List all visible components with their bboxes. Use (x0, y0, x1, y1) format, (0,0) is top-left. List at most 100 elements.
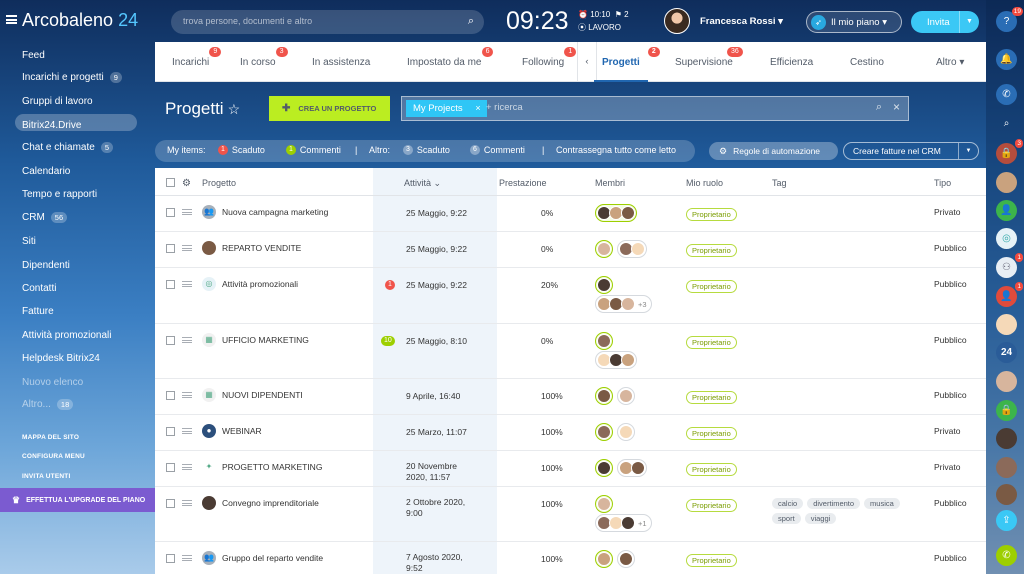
star-icon[interactable]: ☆ (228, 101, 241, 117)
table-row[interactable]: ◎ Attività promozionali 1 25 Maggio, 9:22 20… (155, 268, 986, 324)
row-menu-icon[interactable] (182, 464, 192, 470)
upgrade-plan-button[interactable]: ♛ EFFETTUA L'UPGRADE DEL PIANO (0, 488, 155, 512)
chevron-down-icon[interactable]: ▼ (959, 11, 979, 33)
user-icon[interactable]: 👤 (996, 200, 1017, 221)
row-menu-icon[interactable] (182, 337, 192, 343)
table-row[interactable]: ✦ PROGETTO MARKETING 20 Novembre 2020, 11:5… (155, 451, 986, 487)
search-input[interactable]: trova persone, documenti e altro ⌕ (171, 10, 484, 34)
sidebar-item-drive[interactable]: Bitrix24.Drive (22, 120, 81, 131)
table-row[interactable]: ▦ UFFICIO MARKETING 10 25 Maggio, 8:10 0% Pro… (155, 324, 986, 379)
filter-search[interactable]: My Projects × + ricerca ⌕ × (401, 96, 909, 121)
project-name[interactable]: Gruppo del reparto vendite (222, 553, 323, 563)
tab-projects[interactable]: Progetti 2 (594, 42, 660, 82)
members-group[interactable] (617, 423, 635, 441)
create-project-button[interactable]: ✚ CREA UN PROGETTO (269, 96, 390, 121)
help-icon[interactable]: ? (996, 7, 1023, 32)
users-icon[interactable]: ⚇ (996, 253, 1023, 278)
clock-info[interactable]: ⏰ 10:10 ⚑ 2 ⦿ LAVORO (578, 8, 629, 34)
badge-24-icon[interactable]: 24 (996, 342, 1017, 363)
sidebar-item-workgroups[interactable]: Gruppi di lavoro (22, 96, 93, 107)
sidebar-item-invoices[interactable]: Fatture (22, 306, 54, 317)
row-checkbox[interactable] (166, 463, 175, 472)
column-role[interactable]: Mio ruolo (686, 178, 723, 188)
sidebar-item-crm[interactable]: CRM 56 (22, 212, 68, 223)
members-group[interactable] (617, 387, 635, 405)
table-row[interactable]: ▦ NUOVI DIPENDENTI 9 Aprile, 16:40 100% Prop… (155, 379, 986, 415)
automation-rules-button[interactable]: ⚙ Regole di automazione (709, 142, 838, 160)
tag[interactable]: calcio (772, 498, 804, 509)
user-menu[interactable]: Francesca Rossi ▾ (664, 8, 783, 34)
row-checkbox[interactable] (166, 208, 175, 217)
tab-assisting[interactable]: In assistenza (312, 42, 370, 82)
members-group[interactable] (617, 459, 647, 477)
chevron-down-icon[interactable]: ▼ (958, 143, 978, 159)
tab-supervision[interactable]: Supervisione 36 (675, 42, 743, 82)
owner-group[interactable] (595, 423, 613, 441)
tag[interactable]: viaggi (804, 513, 837, 524)
tag[interactable]: sport (772, 513, 801, 524)
table-row[interactable]: 👥 Nuova campagna marketing 25 Maggio, 9:22… (155, 196, 986, 232)
tab-more[interactable]: Altro ▾ (936, 42, 964, 82)
sidebar-item-new-list[interactable]: Nuovo elenco (22, 377, 83, 388)
close-icon[interactable]: × (475, 100, 480, 117)
table-row[interactable]: ● WEBINAR 25 Marzo, 11:07 100% Proprietario P… (155, 415, 986, 451)
owner-group[interactable] (595, 332, 613, 350)
row-menu-icon[interactable] (182, 392, 192, 398)
bell-icon[interactable]: 🔔 (996, 49, 1017, 70)
avatar[interactable] (996, 457, 1017, 478)
app-logo[interactable]: Arcobaleno 24 (22, 10, 138, 31)
lock-icon[interactable]: 🔒 (996, 139, 1023, 164)
row-menu-icon[interactable] (182, 428, 192, 434)
other-comments-counter[interactable]: 6 Commenti (470, 145, 525, 155)
sidebar-item-contacts[interactable]: Contatti (22, 283, 56, 294)
tag[interactable]: divertimento (807, 498, 861, 509)
row-checkbox[interactable] (166, 391, 175, 400)
share-icon[interactable]: ⇪ (996, 510, 1017, 531)
project-name[interactable]: Attività promozionali (222, 279, 298, 289)
project-name[interactable]: UFFICIO MARKETING (222, 335, 309, 345)
project-name[interactable]: NUOVI DIPENDENTI (222, 390, 303, 400)
row-menu-icon[interactable] (182, 281, 192, 287)
members-group[interactable] (617, 550, 635, 568)
project-name[interactable]: Convegno imprenditoriale (222, 498, 319, 508)
sidebar-item-time-reports[interactable]: Tempo e rapporti (22, 189, 97, 200)
search-icon[interactable]: ⌕ (996, 113, 1017, 134)
members-group[interactable] (617, 240, 647, 258)
select-all-checkbox[interactable] (166, 178, 175, 187)
comments-counter[interactable]: 1 Commenti (286, 145, 341, 155)
members-group[interactable] (595, 351, 637, 369)
column-project[interactable]: Progetto (202, 178, 236, 188)
owner-group[interactable] (595, 495, 613, 513)
configure-menu-link[interactable]: CONFIGURA MENU (22, 453, 85, 460)
logo-icon[interactable]: ◎ (996, 228, 1017, 249)
row-checkbox[interactable] (166, 554, 175, 563)
overdue-counter[interactable]: 1 Scaduto (218, 145, 265, 155)
row-menu-icon[interactable] (182, 555, 192, 561)
tab-following[interactable]: Following 1 (522, 42, 577, 82)
column-performance[interactable]: Prestazione (499, 178, 547, 188)
mark-all-read-link[interactable]: Contrassegna tutto come letto (556, 145, 676, 155)
sidebar-item-helpdesk[interactable]: Helpdesk Bitrix24 (22, 353, 100, 364)
avatar[interactable] (996, 314, 1017, 335)
column-activity[interactable]: Attività ⌄ (404, 178, 441, 189)
sidebar-item-sites[interactable]: Siti (22, 236, 36, 247)
crm-invoices-button[interactable]: Creare fatture nel CRM ▼ (843, 142, 979, 160)
close-icon[interactable]: × (893, 100, 900, 114)
avatar[interactable] (996, 484, 1017, 505)
table-row[interactable]: Convegno imprenditoriale 2 Ottobre 2020, 9… (155, 487, 986, 542)
invite-users-link[interactable]: INVITA UTENTI (22, 473, 70, 480)
owner-group[interactable] (595, 459, 613, 477)
row-checkbox[interactable] (166, 280, 175, 289)
sidebar-item-employees[interactable]: Dipendenti (22, 260, 70, 271)
row-menu-icon[interactable] (182, 245, 192, 251)
other-overdue-counter[interactable]: 3 Scaduto (403, 145, 450, 155)
column-type[interactable]: Tipo (934, 178, 951, 188)
tag[interactable]: musica (864, 498, 900, 509)
tab-in-progress[interactable]: In corso 3 (240, 42, 288, 82)
column-members[interactable]: Membri (595, 178, 625, 188)
clock-time[interactable]: 09:23 (506, 7, 569, 36)
user-icon[interactable]: 👤 (996, 282, 1023, 307)
members-group[interactable]: +3 (595, 295, 652, 313)
tab-tasks[interactable]: Incarichi 9 (172, 42, 222, 82)
owner-group[interactable] (595, 240, 613, 258)
